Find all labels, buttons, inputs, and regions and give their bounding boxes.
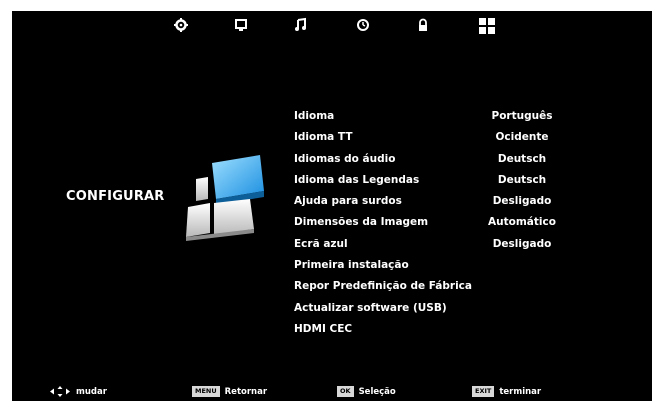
gear-icon [174,18,188,32]
menu-item-label: Repor Predefinição de Fábrica [294,280,472,293]
legend-exit-label: terminar [499,386,542,397]
legend-ok: OK Seleção [337,386,396,397]
menu-item-label: Dimensões da Imagem [294,216,429,229]
menu-item-blue-screen[interactable]: Ecrã azul Desligado [282,234,582,255]
legend-move: mudar [50,386,107,397]
menu-item-value: Desligado [492,195,552,208]
menu-item-value: Deutsch [497,152,547,165]
music-note-icon [295,17,306,31]
menu-item-value: Português [491,110,553,122]
section-title: CONFIGURAR [66,189,165,204]
menu-item-label: HDMI CEC [294,322,353,335]
menu-item-label: Primeira instalação [294,259,409,272]
menu-item-factory-reset[interactable]: Repor Predefinição de Fábrica [282,276,582,297]
ok-key-badge: OK [337,386,354,397]
menu-item-teletext-language[interactable]: Idioma TT Ocidente [282,127,582,148]
menu-item-first-installation[interactable]: Primeira instalação [282,255,582,276]
menu-item-language[interactable]: Idioma Português [282,106,582,127]
menu-item-label: Idioma TT [294,131,353,144]
button-legend: mudar MENU Retornar OK Seleção EXIT term… [12,383,652,401]
tv-menu-screen: CONFIGURAR Idioma Português Idioma TT Oc… [12,11,652,401]
menu-item-audio-languages[interactable]: Idiomas do áudio Deutsch [282,149,582,170]
tab-sound[interactable] [293,17,315,37]
exit-key-badge: EXIT [472,386,495,397]
legend-ok-label: Seleção [358,386,396,397]
category-tab-bar [12,11,652,41]
menu-item-value: Desligado [492,237,552,250]
monitor-icon [235,19,247,31]
menu-item-label: Ajuda para surdos [294,195,402,208]
legend-back: MENU Retornar [192,386,267,397]
tab-time[interactable] [355,17,377,37]
tab-setup[interactable] [478,17,500,37]
lock-icon [419,18,427,31]
menu-item-value: Deutsch [497,173,547,186]
menu-item-hdmi-cec[interactable]: HDMI CEC [282,319,582,340]
legend-back-label: Retornar [224,386,268,397]
tab-lock[interactable] [415,17,437,37]
clock-icon [357,19,369,31]
menu-item-hearing-impaired[interactable]: Ajuda para surdos Desligado [282,191,582,212]
menu-item-value: Automático [488,216,556,229]
setup-menu-list: Idioma Português Idioma TT Ocidente Idio… [282,106,582,340]
tab-picture-settings[interactable] [173,17,195,37]
grid-icon [479,18,495,34]
arrows-icon [50,386,70,397]
menu-item-aspect-ratio[interactable]: Dimensões da Imagem Automático [282,212,582,233]
menu-item-label: Idioma das Legendas [294,173,420,186]
menu-item-subtitle-language[interactable]: Idioma das Legendas Deutsch [282,170,582,191]
menu-item-label: Idiomas do áudio [294,152,396,165]
setup-logo-icon [186,155,264,241]
tab-screen[interactable] [233,17,255,37]
menu-key-badge: MENU [192,386,220,397]
legend-move-label: mudar [76,386,107,397]
menu-item-label: Ecrã azul [294,237,348,250]
menu-item-value: Ocidente [495,131,549,144]
legend-exit: EXIT terminar [472,386,541,397]
menu-item-label: Actualizar software (USB) [294,301,447,314]
menu-item-label: Idioma [294,110,335,122]
menu-item-software-update[interactable]: Actualizar software (USB) [282,298,582,319]
